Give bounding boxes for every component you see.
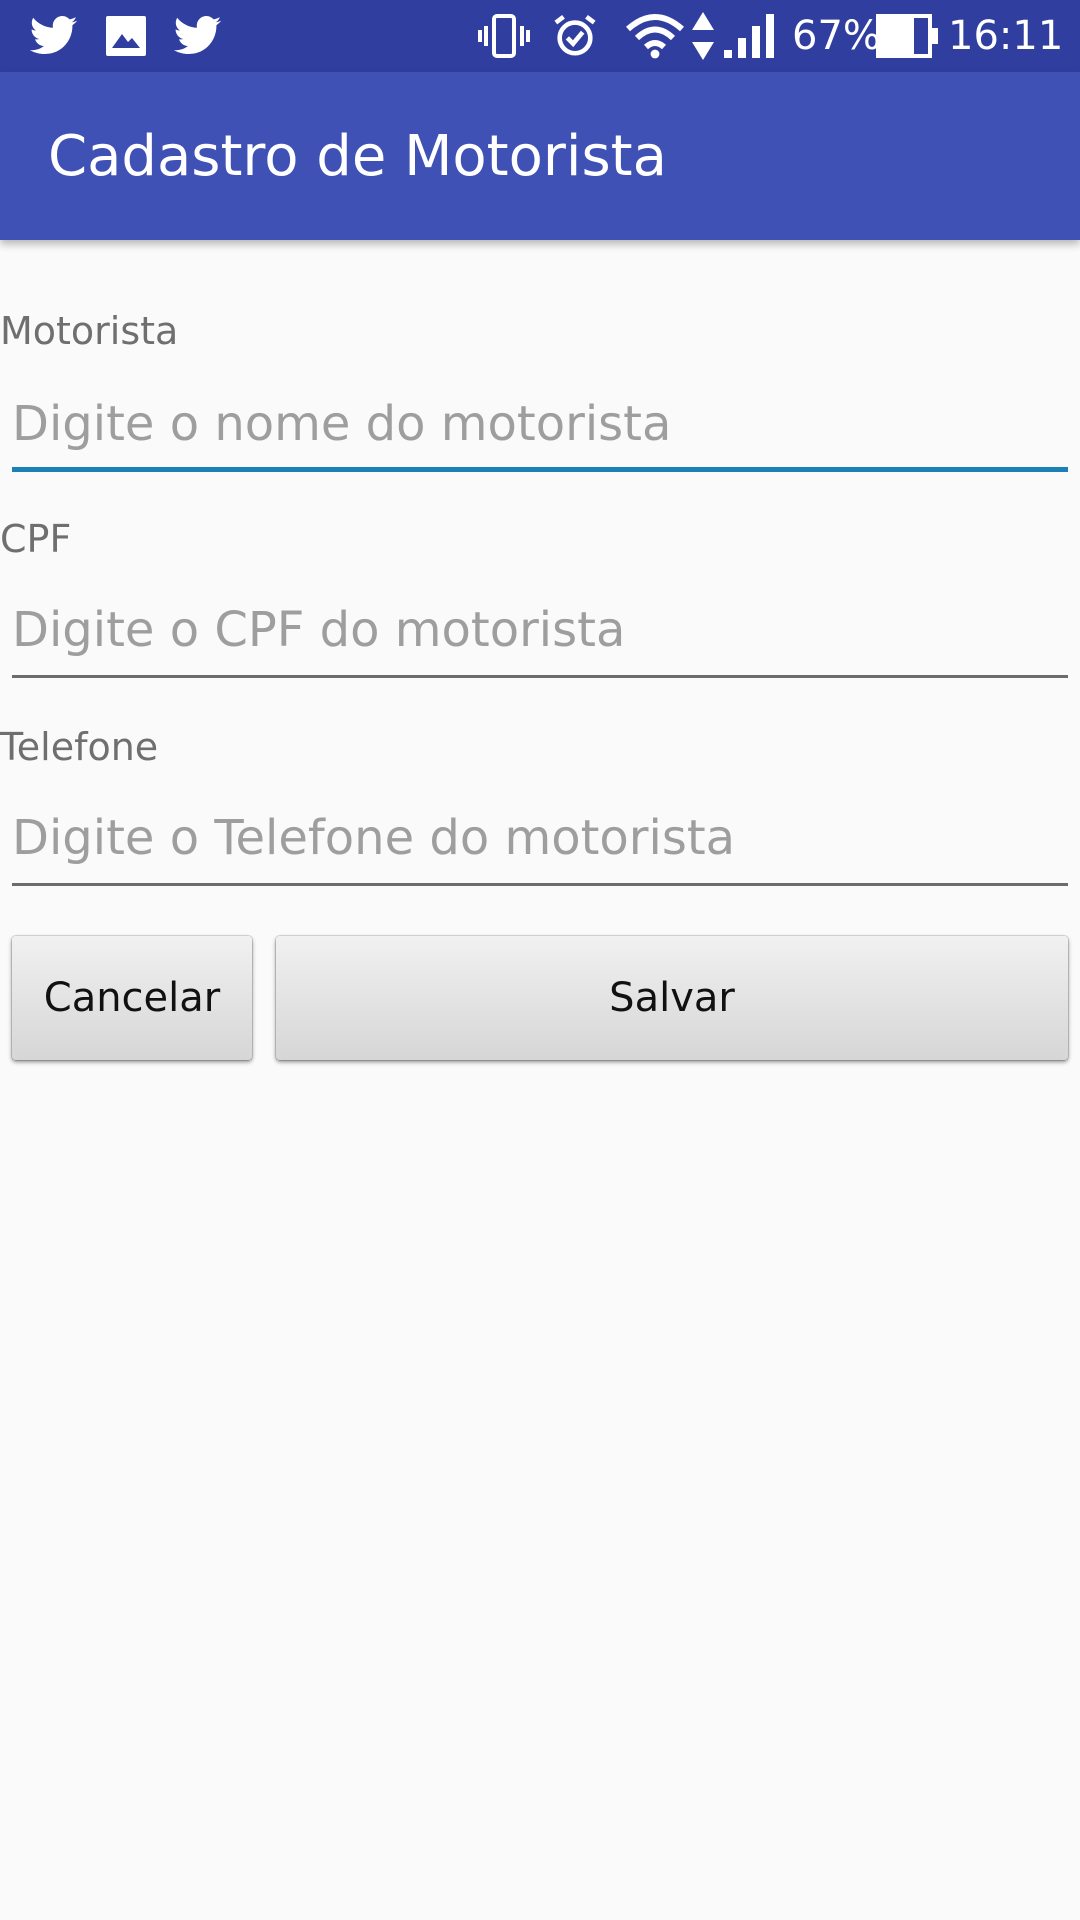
wifi-icon bbox=[626, 0, 684, 72]
motorista-input[interactable] bbox=[12, 382, 1068, 466]
twitter-icon bbox=[174, 0, 222, 72]
twitter-icon bbox=[30, 0, 78, 72]
motorista-label: Motorista bbox=[0, 309, 179, 353]
telefone-field[interactable] bbox=[12, 796, 1068, 886]
app-bar: Cadastro de Motorista bbox=[0, 72, 1080, 240]
cpf-input[interactable] bbox=[12, 588, 1068, 672]
motorista-underline bbox=[12, 467, 1068, 472]
cancel-button[interactable]: Cancelar bbox=[12, 936, 252, 1060]
clock: 16:11 bbox=[948, 13, 1064, 59]
save-button[interactable]: Salvar bbox=[276, 936, 1068, 1060]
cpf-underline bbox=[12, 675, 1068, 678]
telefone-input[interactable] bbox=[12, 796, 1068, 880]
status-bar: 67% 16:11 bbox=[0, 0, 1080, 72]
battery-icon bbox=[876, 0, 938, 72]
telefone-label: Telefone bbox=[0, 725, 159, 769]
battery-percent: 67% bbox=[792, 13, 881, 59]
cpf-field[interactable] bbox=[12, 588, 1068, 678]
image-icon bbox=[106, 0, 146, 72]
page-title: Cadastro de Motorista bbox=[48, 123, 667, 189]
cpf-label: CPF bbox=[0, 517, 72, 561]
vibrate-icon bbox=[478, 0, 530, 72]
signal-icon bbox=[724, 0, 774, 72]
motorista-field[interactable] bbox=[12, 382, 1068, 472]
data-arrows-icon bbox=[692, 0, 714, 72]
alarm-icon bbox=[552, 0, 598, 72]
telefone-underline bbox=[12, 883, 1068, 886]
